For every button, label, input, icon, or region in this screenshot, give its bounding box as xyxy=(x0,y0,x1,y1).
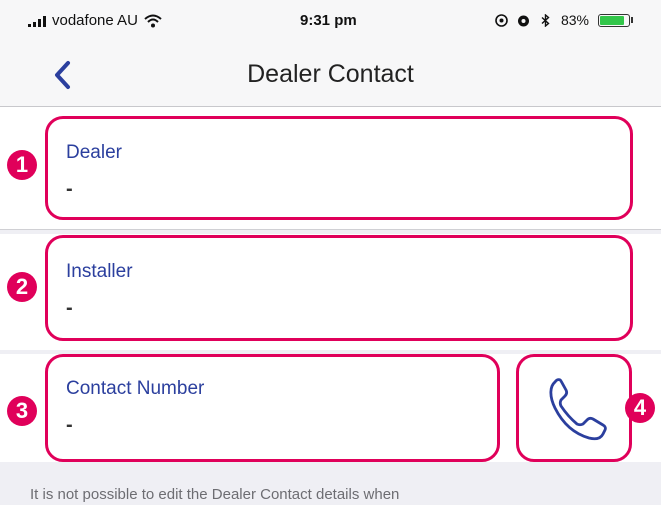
footer-note: It is not possible to edit the Dealer Co… xyxy=(0,462,661,505)
status-time: 9:31 pm xyxy=(300,12,357,29)
callout-frame-contact xyxy=(45,354,500,462)
battery-icon xyxy=(598,13,630,27)
status-right: 83% xyxy=(495,12,633,28)
battery-percent: 83% xyxy=(560,12,589,28)
callout-badge-3: 3 xyxy=(7,396,37,426)
location-icon xyxy=(495,13,508,27)
carrier-name: vodafone AU xyxy=(52,12,138,29)
battery-tip xyxy=(631,17,633,23)
status-bar: vodafone AU 9:31 pm 83% xyxy=(0,0,661,44)
callout-badge-2: 2 xyxy=(7,272,37,302)
callout-badge-4: 4 xyxy=(625,393,655,423)
bluetooth-icon xyxy=(541,13,550,27)
callout-badge-1: 1 xyxy=(7,150,37,180)
alarm-icon xyxy=(517,15,529,26)
navigation-bar: Dealer Contact xyxy=(0,44,661,107)
page-title: Dealer Contact xyxy=(247,60,414,88)
callout-frame-phone xyxy=(516,354,632,462)
callout-frame-installer xyxy=(45,235,633,341)
signal-icon xyxy=(28,15,46,27)
callout-frame-dealer xyxy=(45,116,633,220)
footer-note-text: It is not possible to edit the Dealer Co… xyxy=(30,486,400,503)
status-left: vodafone AU xyxy=(28,12,162,29)
wifi-icon xyxy=(144,14,162,27)
